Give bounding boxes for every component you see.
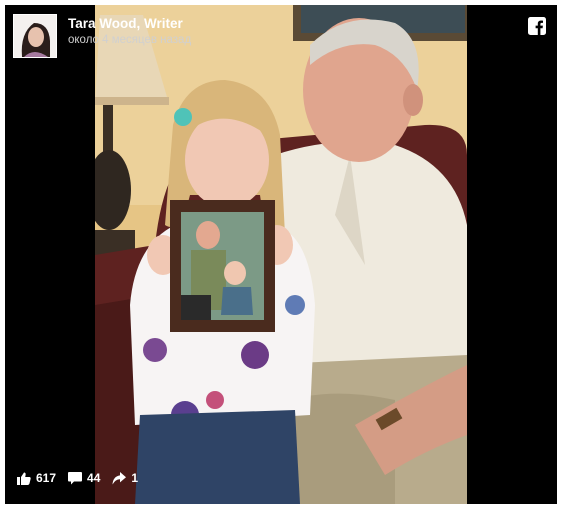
- share-action[interactable]: 1: [112, 471, 138, 485]
- author-name[interactable]: Tara Wood, Writer: [68, 15, 191, 32]
- author-avatar[interactable]: [13, 14, 57, 58]
- share-count: 1: [131, 471, 139, 485]
- post-header: Tara Wood, Writer около 4 месяцев назад: [13, 14, 191, 60]
- share-icon: [112, 471, 127, 484]
- comment-action[interactable]: 44: [68, 471, 100, 485]
- like-action[interactable]: 617: [17, 471, 56, 485]
- like-icon: [17, 472, 31, 485]
- facebook-icon[interactable]: [528, 17, 546, 35]
- post-timestamp[interactable]: около 4 месяцев назад: [68, 32, 191, 48]
- post-photo[interactable]: [95, 5, 467, 504]
- comment-count: 44: [87, 471, 101, 485]
- like-count: 617: [36, 471, 57, 485]
- post-actions: 617 44 1: [17, 471, 150, 485]
- embedded-post: Tara Wood, Writer около 4 месяцев назад …: [5, 5, 557, 504]
- comment-icon: [68, 471, 83, 484]
